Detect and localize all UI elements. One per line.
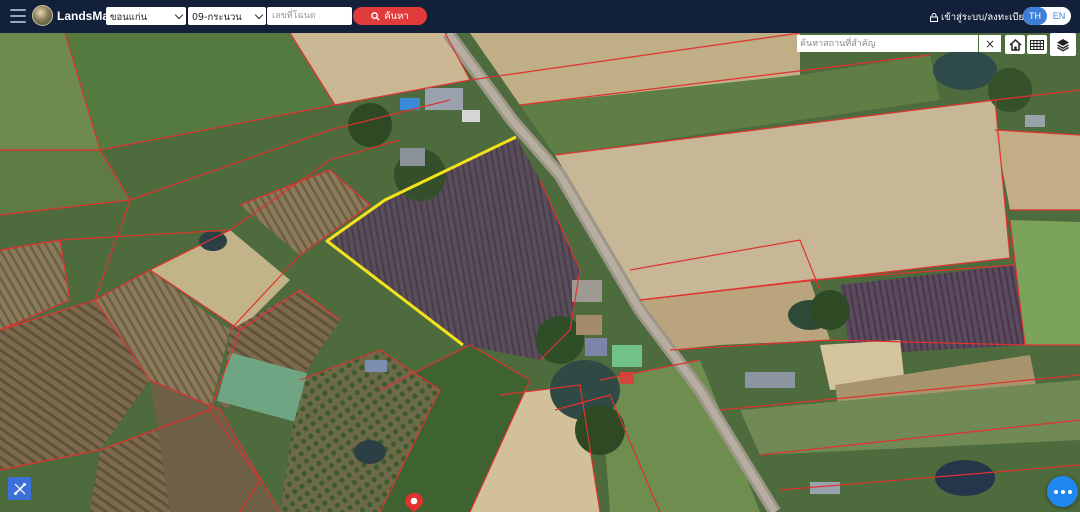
deed-number-input[interactable] [267, 7, 352, 25]
trees [810, 290, 850, 330]
satellite-map[interactable] [0, 33, 1080, 512]
grid-icon [1030, 39, 1044, 50]
grid-button[interactable] [1027, 35, 1047, 54]
building [585, 338, 607, 356]
province-select[interactable]: ขอนแก่น [106, 7, 186, 25]
building [576, 315, 602, 335]
app-logo [32, 5, 53, 26]
lock-icon [930, 13, 938, 22]
field [995, 130, 1080, 210]
clear-search-button[interactable]: × [979, 35, 1001, 52]
building [400, 148, 425, 166]
pond [354, 440, 386, 464]
chevron-down-icon [254, 10, 264, 20]
layers-button[interactable] [1050, 33, 1076, 56]
chat-icon [1053, 489, 1058, 494]
building [462, 110, 480, 122]
search-button-label: ค้นหา [384, 10, 409, 22]
measure-tool-button[interactable] [8, 477, 31, 500]
home-button[interactable] [1005, 35, 1025, 54]
login-link[interactable]: เข้าสู่ระบบ/ลงทะเบียน [930, 10, 1031, 25]
menu-icon[interactable] [10, 9, 26, 23]
layers-icon [1057, 38, 1069, 52]
building [612, 345, 642, 367]
home-icon [1008, 38, 1022, 51]
chat-button[interactable] [1047, 476, 1078, 507]
pond [935, 460, 995, 496]
building [425, 88, 463, 110]
province-select-value: ขอนแก่น [110, 12, 148, 23]
chevron-down-icon [174, 10, 184, 20]
map-canvas [0, 33, 1080, 512]
district-select[interactable]: 09-กระนวน [188, 7, 266, 25]
lang-en-button[interactable]: EN [1047, 7, 1071, 25]
pond [933, 50, 997, 90]
building [745, 372, 795, 388]
language-switch: TH EN [1023, 7, 1071, 25]
building [365, 360, 387, 372]
lang-th-button[interactable]: TH [1023, 7, 1047, 25]
search-icon [371, 11, 380, 21]
place-search-input[interactable] [797, 35, 978, 52]
building [1025, 115, 1045, 127]
trees [988, 68, 1032, 112]
trees [348, 103, 392, 147]
measure-tool-icon [13, 482, 26, 495]
search-button[interactable]: ค้นหา [353, 7, 427, 25]
top-bar: LandsMaps ขอนแก่น 09-กระนวน ค้นหา เข้าสู… [0, 0, 1080, 33]
location-pin-icon[interactable] [403, 492, 425, 512]
login-label: เข้าสู่ระบบ/ลงทะเบียน [941, 12, 1031, 23]
district-select-value: 09-กระนวน [192, 12, 242, 23]
building [810, 482, 840, 494]
